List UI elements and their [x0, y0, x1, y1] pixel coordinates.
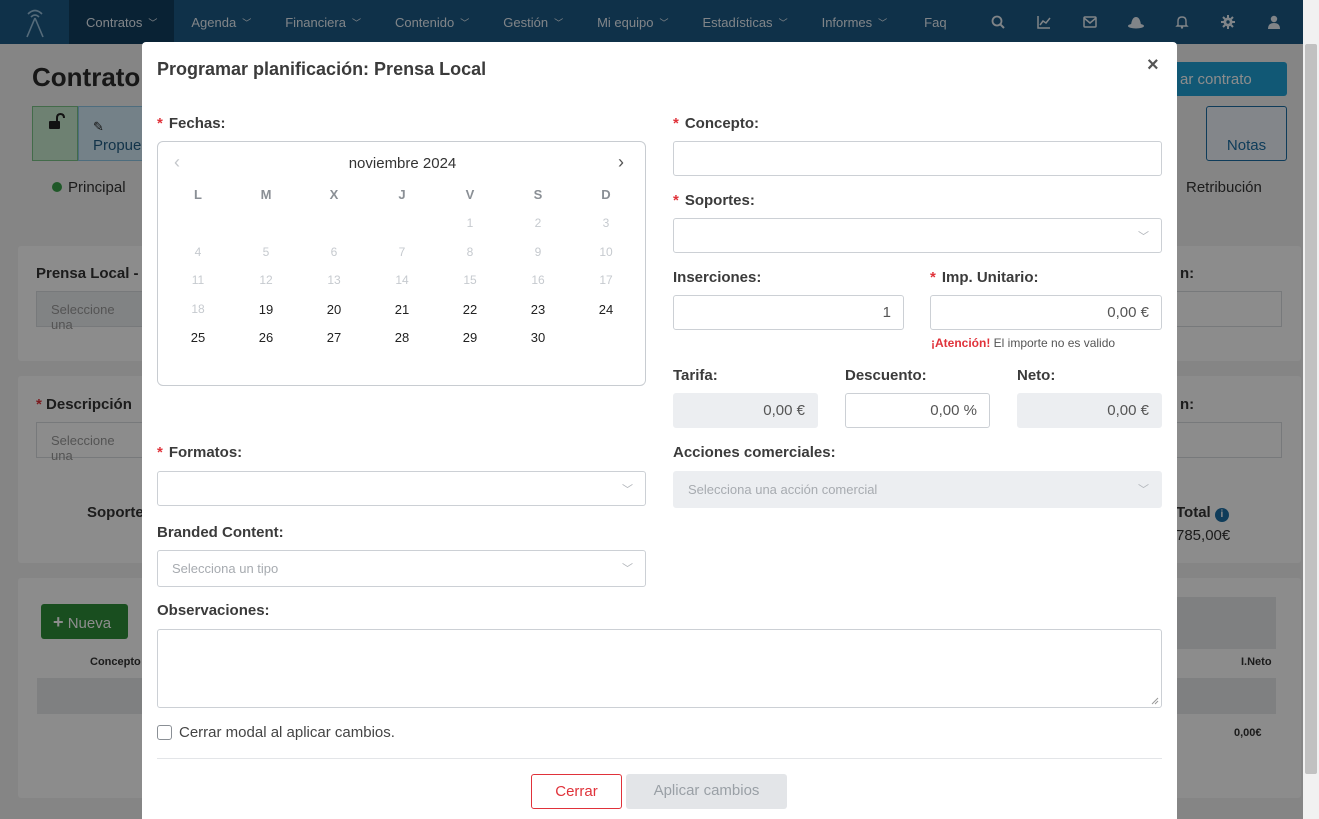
warning-text: El importe no es valido	[993, 336, 1116, 350]
calendar-day: 17	[599, 273, 613, 287]
neto-input: 0,00 €	[1017, 393, 1162, 428]
calendar-day[interactable]: 25	[164, 330, 232, 345]
close-icon[interactable]: ×	[1147, 54, 1159, 77]
acciones-label: Acciones comerciales:	[673, 444, 836, 461]
inserciones-label: Inserciones:	[673, 269, 762, 286]
calendar-weekday: S	[533, 187, 543, 202]
calendar-weekday: M	[260, 187, 272, 202]
calendar-weekday: V	[465, 187, 475, 202]
scrollbar-thumb[interactable]	[1305, 44, 1317, 774]
descuento-input[interactable]: 0,00 %	[845, 393, 990, 428]
aplicar-cambios-button[interactable]: Aplicar cambios	[626, 774, 787, 809]
formatos-label-text: Formatos:	[168, 444, 243, 461]
branded-select[interactable]: Selecciona un tipo ﹀	[157, 550, 646, 587]
calendar-day: 16	[531, 273, 545, 287]
page-scrollbar[interactable]	[1303, 0, 1319, 819]
concepto-label-text: Concepto:	[684, 115, 760, 132]
calendar-day: 2	[534, 216, 542, 230]
formatos-label: * Formatos:	[157, 444, 243, 461]
calendar-day[interactable]: 26	[232, 330, 300, 345]
imp-unitario-value: 0,00 €	[1107, 304, 1149, 321]
calendar-day[interactable]: 20	[300, 302, 368, 317]
calendar-day: 3	[602, 216, 610, 230]
calendar-day[interactable]: 22	[436, 302, 504, 317]
calendar-day: 6	[330, 245, 338, 259]
chevron-down-icon: ﹀	[622, 484, 633, 496]
calendar-day: 14	[395, 273, 409, 287]
branded-label: Branded Content:	[157, 524, 284, 541]
descuento-label: Descuento:	[845, 367, 927, 384]
calendar-day[interactable]: 24	[572, 302, 640, 317]
calendar-month: noviembre 2024	[348, 155, 457, 172]
calendar-day[interactable]: 28	[368, 330, 436, 345]
calendar-weekday: L	[194, 187, 202, 202]
calendar-day: 8	[466, 245, 474, 259]
tarifa-input: 0,00 €	[673, 393, 818, 428]
calendar-day: 7	[398, 245, 406, 259]
warning-strong: ¡Atención!	[931, 336, 991, 350]
calendar-weekday: X	[329, 187, 339, 202]
observaciones-label: Observaciones:	[157, 602, 270, 619]
concepto-input[interactable]	[673, 141, 1162, 176]
resize-handle-icon[interactable]	[1151, 697, 1159, 705]
formatos-select[interactable]: ﹀	[157, 471, 646, 506]
calendar-day[interactable]: 21	[368, 302, 436, 317]
branded-placeholder: Selecciona un tipo	[172, 561, 279, 576]
neto-value: 0,00 €	[1107, 402, 1149, 419]
calendar-day: 13	[327, 273, 341, 287]
calendar-day: 5	[262, 245, 270, 259]
chevron-right-icon[interactable]: ›	[618, 152, 624, 173]
planning-modal: Programar planificación: Prensa Local × …	[142, 42, 1177, 819]
footer-divider	[157, 758, 1162, 759]
imp-unitario-label-text: Imp. Unitario:	[941, 269, 1039, 286]
chevron-down-icon: ﹀	[1138, 231, 1149, 243]
calendar-day: 18	[191, 302, 205, 316]
calendar-day: 10	[599, 245, 613, 259]
observaciones-textarea[interactable]	[157, 629, 1162, 708]
inserciones-value: 1	[882, 304, 891, 321]
calendar-day: 1	[466, 216, 474, 230]
date-calendar: ‹ noviembre 2024 › L M X J V S D 1 2 3 4 5 6 7 8 9 10 11 1…	[157, 141, 646, 386]
fechas-label: * Fechas:	[157, 115, 226, 132]
soportes-label: * Soportes:	[673, 192, 755, 209]
close-modal-checkbox-label[interactable]: Cerrar modal al aplicar cambios.	[179, 724, 395, 741]
chevron-down-icon: ﹀	[1138, 484, 1149, 496]
cerrar-button[interactable]: Cerrar	[531, 774, 622, 809]
calendar-weekday: D	[601, 187, 611, 202]
calendar-day: 12	[259, 273, 273, 287]
calendar-day: 4	[194, 245, 202, 259]
calendar-day: 9	[534, 245, 542, 259]
calendar-weekday: J	[398, 187, 406, 202]
imp-unitario-input[interactable]: 0,00 €	[930, 295, 1162, 330]
calendar-day: 11	[191, 273, 205, 287]
calendar-day[interactable]: 30	[504, 330, 572, 345]
soportes-label-text: Soportes:	[684, 192, 755, 209]
inserciones-input[interactable]: 1	[673, 295, 904, 330]
fechas-label-text: Fechas:	[168, 115, 226, 132]
concepto-label: * Concepto:	[673, 115, 760, 132]
calendar-day[interactable]: 23	[504, 302, 572, 317]
acciones-placeholder: Selecciona una acción comercial	[688, 482, 878, 497]
calendar-day[interactable]: 29	[436, 330, 504, 345]
calendar-day[interactable]: 19	[232, 302, 300, 317]
soportes-select[interactable]: ﹀	[673, 218, 1162, 253]
neto-label: Neto:	[1017, 367, 1056, 384]
calendar-day[interactable]: 27	[300, 330, 368, 345]
chevron-down-icon: ﹀	[622, 563, 633, 575]
close-modal-checkbox[interactable]	[157, 725, 172, 740]
calendar-day: 15	[463, 273, 477, 287]
descuento-value: 0,00 %	[930, 402, 977, 419]
acciones-select: Selecciona una acción comercial ﹀	[673, 471, 1162, 508]
imp-unitario-warning: ¡Atención! El importe no es valido	[931, 336, 1115, 350]
tarifa-value: 0,00 €	[763, 402, 805, 419]
tarifa-label: Tarifa:	[673, 367, 718, 384]
modal-title: Programar planificación: Prensa Local	[157, 59, 487, 79]
imp-unitario-label: * Imp. Unitario:	[930, 269, 1039, 286]
